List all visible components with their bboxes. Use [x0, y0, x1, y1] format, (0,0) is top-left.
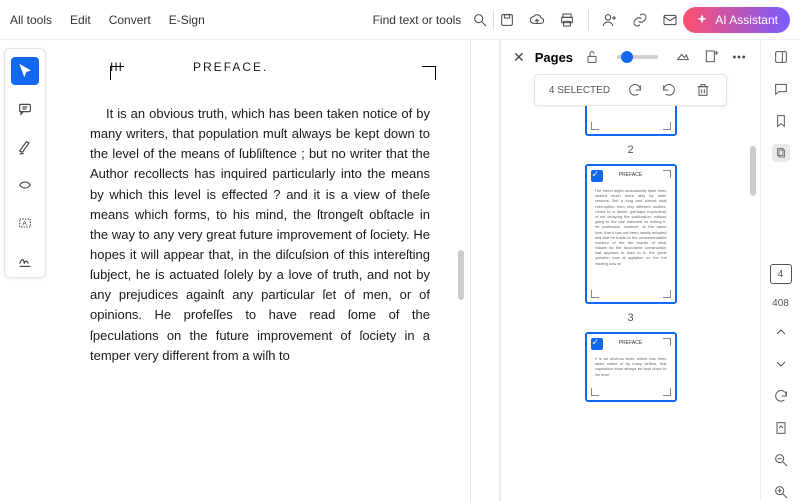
top-icons — [498, 10, 679, 30]
save-icon[interactable] — [498, 11, 516, 29]
search-icon[interactable] — [471, 11, 489, 29]
left-toolbar: A — [4, 48, 46, 278]
selected-count-label: 4 SELECTED — [549, 85, 610, 96]
top-menus: All tools Edit Convert E-Sign — [10, 13, 205, 27]
crop-mark-tl — [110, 66, 124, 80]
page-thumb-2[interactable]: be it reasoned to put the thoughts in vo… — [585, 106, 677, 136]
mail-icon[interactable] — [661, 11, 679, 29]
menu-all-tools[interactable]: All tools — [10, 13, 52, 27]
menu-convert[interactable]: Convert — [109, 13, 151, 27]
pages-panel: ✕ Pages 4 SELECTED be it reasoned to put… — [500, 40, 760, 501]
sign-tool[interactable] — [11, 247, 39, 275]
zoom-out-alt-icon[interactable] — [674, 48, 692, 66]
fit-page-icon[interactable] — [772, 419, 790, 437]
select-tool[interactable] — [11, 57, 39, 85]
thumbnails: be it reasoned to put the thoughts in vo… — [501, 106, 760, 501]
page-input[interactable]: 4 — [770, 264, 792, 284]
highlight-tool[interactable] — [11, 133, 39, 161]
workarea: A III PREFACE. It is an obvious truth, w… — [0, 40, 800, 501]
zoom-in-icon[interactable] — [772, 483, 790, 501]
doc-header: III PREFACE. — [84, 60, 436, 74]
document-viewer[interactable]: III PREFACE. It is an obvious truth, whi… — [50, 40, 470, 501]
pages-panel-title: Pages — [535, 50, 573, 65]
share-user-icon[interactable] — [601, 11, 619, 29]
insert-page-icon[interactable] — [702, 48, 720, 66]
doc-body-text: It is an obvious truth, which has been t… — [84, 104, 436, 366]
selection-toolbar: 4 SELECTED — [534, 74, 727, 106]
rotate-ccw-icon[interactable] — [660, 81, 678, 99]
page-thumb-4[interactable]: PREFACE It is an obvious truth, which ha… — [585, 332, 677, 402]
erase-tool[interactable] — [11, 171, 39, 199]
find-label[interactable]: Find text or tools — [373, 13, 462, 27]
textbox-tool[interactable]: A — [11, 209, 39, 237]
ai-assistant-button[interactable]: AI Assistant — [683, 7, 790, 33]
chevron-down-icon[interactable] — [772, 355, 790, 373]
lock-open-icon[interactable] — [583, 48, 601, 66]
link-icon[interactable] — [631, 11, 649, 29]
menu-edit[interactable]: Edit — [70, 13, 91, 27]
gutter — [470, 40, 500, 501]
thumbs-scrollbar[interactable] — [750, 146, 756, 196]
menu-esign[interactable]: E-Sign — [169, 13, 205, 27]
thumbnail-zoom-slider[interactable] — [617, 55, 658, 59]
svg-text:A: A — [22, 221, 27, 228]
ai-assistant-label: AI Assistant — [715, 13, 778, 27]
close-icon[interactable]: ✕ — [513, 49, 525, 66]
crop-mark-tr — [422, 66, 436, 80]
checkbox-checked-icon[interactable] — [591, 170, 603, 182]
cloud-upload-icon[interactable] — [528, 11, 546, 29]
doc-scrollbar[interactable] — [458, 250, 464, 300]
panel-toggle-icon[interactable] — [772, 48, 790, 66]
page-number-2: 2 — [627, 144, 633, 156]
pages-panel-header: ✕ Pages — [501, 40, 760, 74]
bookmark-icon[interactable] — [772, 112, 790, 130]
topbar: All tools Edit Convert E-Sign Find text … — [0, 0, 800, 40]
pages-icon[interactable] — [772, 144, 790, 162]
page-number-3: 3 — [627, 312, 633, 324]
chevron-up-icon[interactable] — [772, 323, 790, 341]
page-thumb-3[interactable]: PREFACE The friend might undoubtedly hav… — [585, 164, 677, 304]
right-rail: 4 408 — [760, 40, 800, 501]
doc-section: PREFACE. — [193, 60, 268, 74]
checkbox-checked-icon[interactable] — [591, 338, 603, 350]
rotate-cw-icon[interactable] — [626, 81, 644, 99]
print-icon[interactable] — [558, 11, 576, 29]
page-total: 408 — [772, 298, 789, 309]
zoom-out-icon[interactable] — [772, 451, 790, 469]
comment-tool[interactable] — [11, 95, 39, 123]
rotate-icon[interactable] — [772, 387, 790, 405]
more-icon[interactable] — [730, 48, 748, 66]
chat-icon[interactable] — [772, 80, 790, 98]
trash-icon[interactable] — [694, 81, 712, 99]
